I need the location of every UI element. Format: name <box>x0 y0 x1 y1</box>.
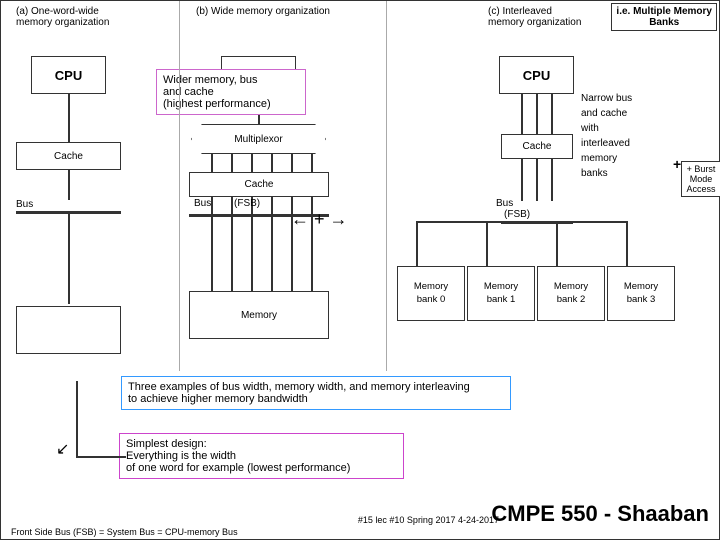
memory-a <box>16 306 121 354</box>
cpu-c: CPU <box>499 56 574 94</box>
fsb-c-label: (FSB) <box>504 209 530 220</box>
footer-left: Front Side Bus (FSB) = System Bus = CPU-… <box>11 527 238 537</box>
burst-box: + Burst Mode Access <box>681 161 720 197</box>
bus-a-label: Bus <box>16 199 33 210</box>
plus-sign: + <box>673 156 681 172</box>
cache-c: Cache <box>501 134 573 159</box>
bus-c-label: Bus <box>496 198 513 209</box>
purple-note: Simplest design: Everything is the width… <box>119 433 404 479</box>
section-c-title: (c) Interleaved memory organization <box>488 6 581 28</box>
ie-label: i.e. Multiple Memory Banks <box>611 3 717 31</box>
section-b-title: (b) Wide memory organization <box>196 6 330 17</box>
memory-bank-2: Memorybank 2 <box>537 266 605 321</box>
section-a-title: (a) One-word-wide memory organization <box>16 6 109 28</box>
memory-b: Memory <box>189 291 329 339</box>
arrow-vert <box>76 381 78 458</box>
arrow-head: ↙ <box>56 439 69 459</box>
cpu-a: CPU <box>31 56 106 94</box>
cache-to-bus-a <box>68 170 70 200</box>
bus-b-label: Bus <box>194 198 211 209</box>
divider-ab <box>179 1 180 371</box>
narrow-note: Narrow bus and cache with interleaved me… <box>581 91 632 181</box>
fsb-b-label: (FSB) <box>234 198 260 209</box>
cpu-to-cache-a <box>68 94 70 142</box>
multiplexor: Multiplexor <box>191 124 326 154</box>
arrow-line <box>76 456 126 458</box>
blue-note: Three examples of bus width, memory widt… <box>121 376 511 410</box>
bus-to-mem-a <box>68 214 70 304</box>
arrows: ← + → <box>291 209 348 230</box>
cache-a: Cache <box>16 142 121 170</box>
cache-b: Cache <box>189 172 329 197</box>
footer-right: #15 lec #10 Spring 2017 4-24-2017 <box>358 515 499 525</box>
main-container: i.e. Multiple Memory Banks (a) One-word-… <box>0 0 720 540</box>
memory-bank-0: Memorybank 0 <box>397 266 465 321</box>
cmpe-label: CMPE 550 - Shaaban <box>491 501 709 527</box>
memory-bank-1: Memorybank 1 <box>467 266 535 321</box>
memory-bank-3: Memorybank 3 <box>607 266 675 321</box>
divider-bc <box>386 1 387 371</box>
